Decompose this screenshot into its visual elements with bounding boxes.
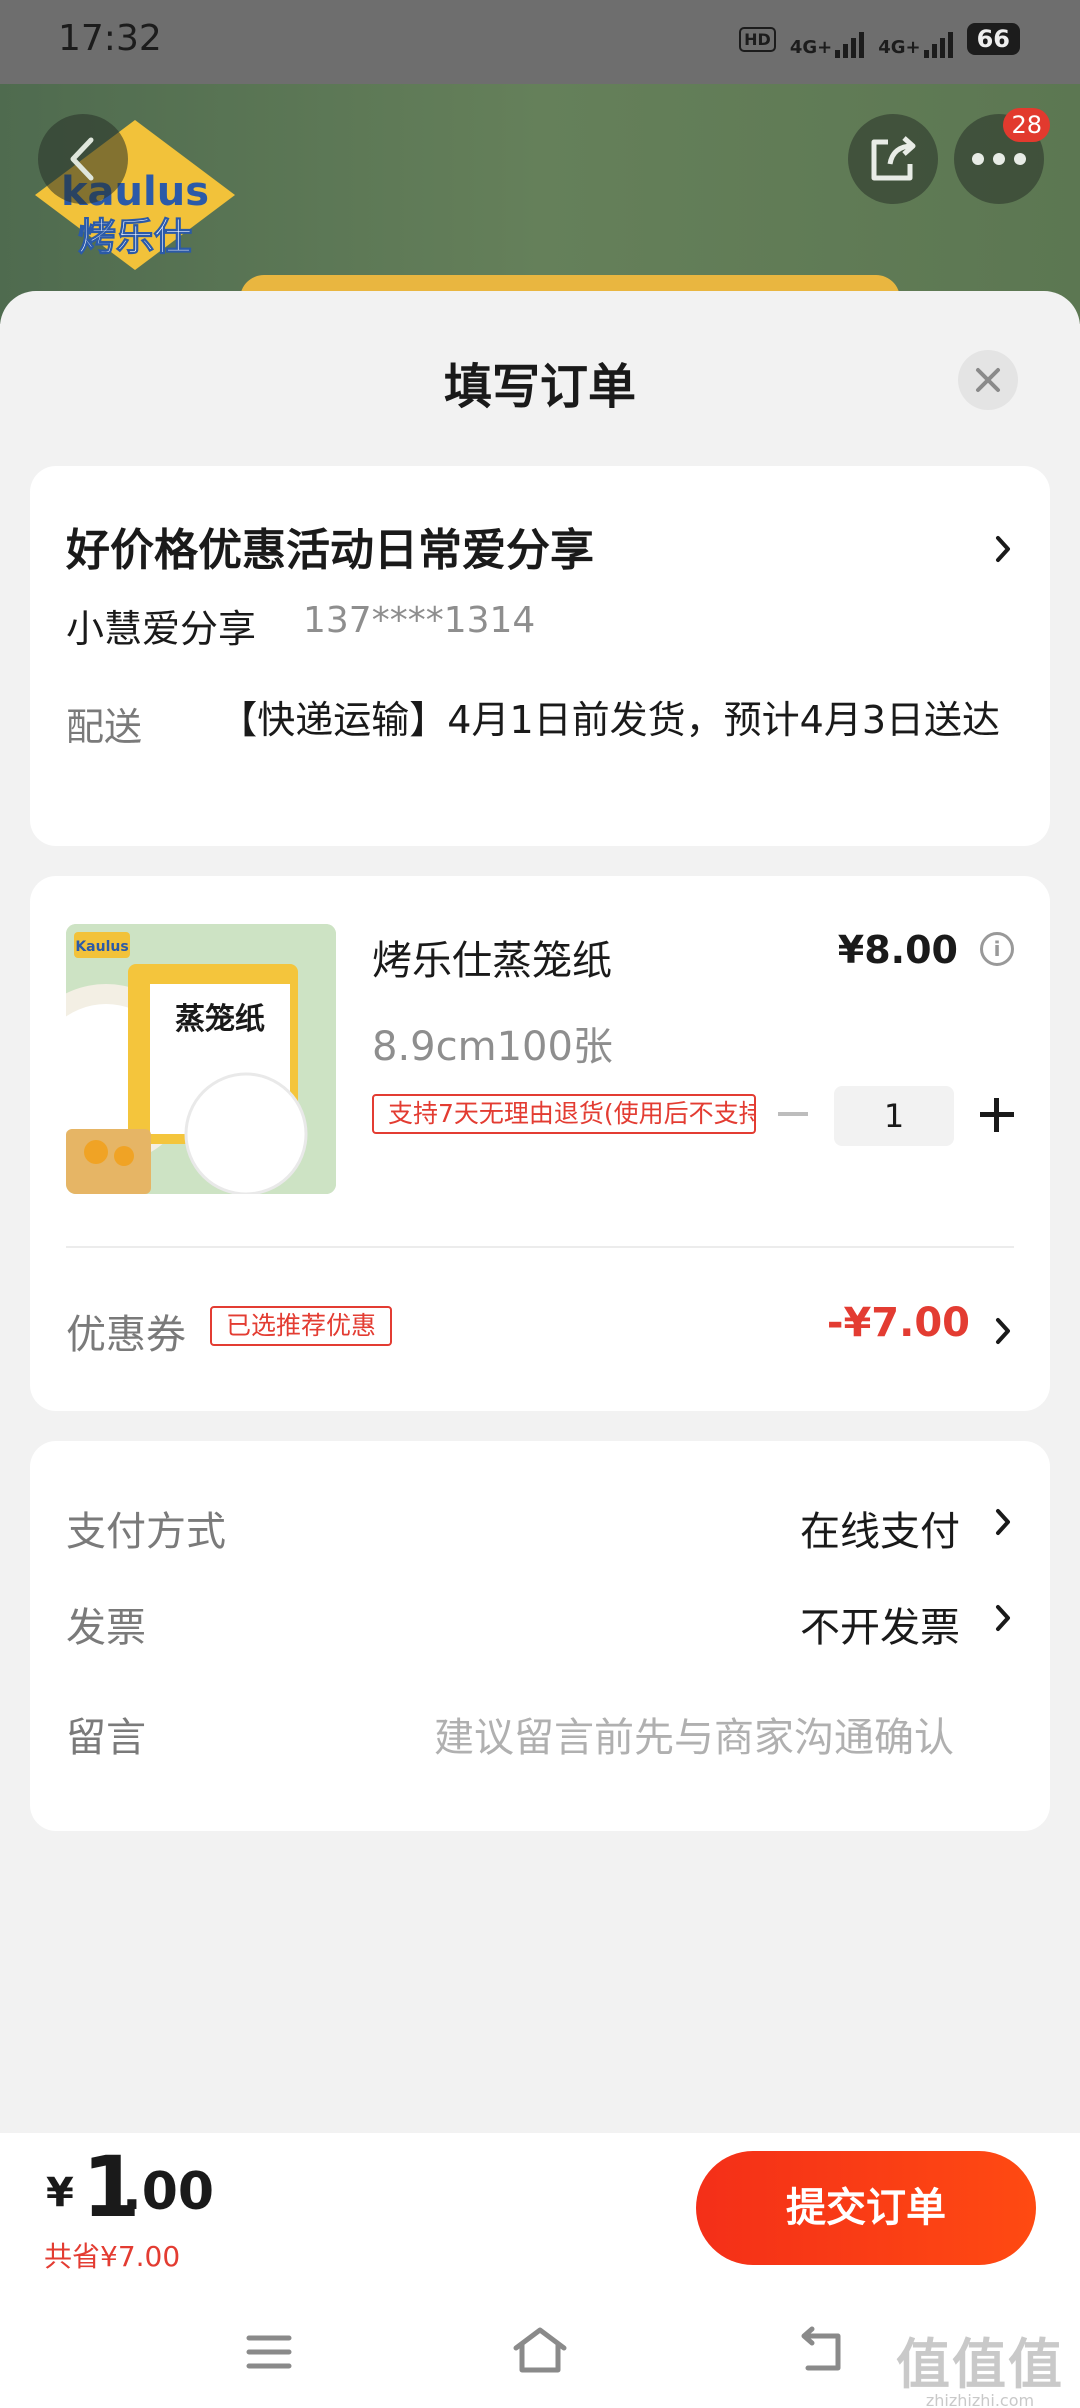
sheet-title: 填写订单 — [443, 359, 636, 415]
order-sheet: 填写订单 好价格优惠活动日常爱分享 小慧爱分享 137****1314 配送 【… — [0, 291, 1080, 2408]
address-title: 好价格优惠活动日常爱分享 — [66, 525, 594, 576]
invoice-chevron-icon[interactable] — [992, 1603, 1014, 1633]
increase-quantity-button[interactable] — [974, 1092, 1020, 1138]
brand-logo-cn: 烤乐仕 — [78, 215, 192, 259]
back-button[interactable] — [38, 114, 128, 204]
back-nav-icon[interactable] — [798, 2326, 850, 2374]
watermark-logo: 值值值 — [896, 2333, 1064, 2396]
divider — [66, 1246, 1014, 1248]
network-type: 4G+ — [789, 37, 833, 58]
product-spec: 8.9cm100张 — [372, 1024, 613, 1070]
decrease-quantity-button[interactable] — [778, 1112, 808, 1116]
notification-badge: 28 — [1003, 108, 1050, 142]
payment-card: 支付方式 在线支付 发票 不开发票 留言 建议留言前先与商家沟通确认 — [30, 1441, 1050, 1831]
recipient-phone: 137****1314 — [303, 600, 536, 641]
watermark: 值值值 zhizhizhi.com — [896, 2320, 1064, 2408]
coupon-value[interactable]: -¥7.00 — [827, 1300, 970, 1346]
signal-icon: 4G+ — [789, 20, 865, 58]
back-arrow-icon — [70, 137, 94, 181]
invoice-label: 发票 — [66, 1605, 146, 1651]
product-price: ¥8.00 — [837, 928, 958, 972]
coupon-label: 优惠券 — [66, 1312, 186, 1358]
total-price-decimal: .00 — [122, 2162, 215, 2222]
product-image[interactable]: 蒸笼纸 Kaulus — [66, 924, 336, 1194]
coupon-tag: 已选推荐优惠 — [210, 1306, 393, 1346]
status-bar: 17:32 HD 4G+ 4G+ 66 — [0, 0, 1080, 84]
share-icon — [871, 136, 916, 181]
product-image-title: 蒸笼纸 — [175, 1002, 265, 1037]
more-dots-icon — [972, 153, 1026, 165]
home-icon[interactable] — [510, 2324, 570, 2376]
status-time: 17:32 — [58, 18, 162, 59]
close-button[interactable] — [958, 350, 1018, 410]
invoice-value[interactable]: 不开发票 — [800, 1595, 960, 1653]
signal-icon-2: 4G+ — [878, 20, 953, 58]
return-policy-tag: 支持7天无理由退货(使用后不支持) — [372, 1094, 756, 1134]
hd-icon: HD — [739, 26, 776, 52]
product-name: 烤乐仕蒸笼纸 — [372, 938, 612, 984]
quantity-field[interactable]: 1 — [834, 1086, 954, 1146]
note-label: 留言 — [66, 1715, 146, 1761]
battery-icon: 66 — [966, 23, 1020, 55]
payment-chevron-icon[interactable] — [992, 1507, 1014, 1537]
more-button[interactable]: 28 — [954, 108, 1050, 204]
info-icon[interactable]: i — [980, 932, 1014, 966]
status-icons: HD 4G+ 4G+ 66 — [739, 20, 1020, 58]
close-icon — [976, 368, 1000, 392]
payment-method-label: 支付方式 — [66, 1509, 226, 1555]
share-button[interactable] — [848, 114, 938, 204]
shipping-info: 【快递运输】4月1日前发货，预计4月3日送达 — [219, 698, 1000, 742]
chevron-right-icon — [996, 536, 1010, 562]
recipient-name: 小慧爱分享 — [66, 607, 257, 651]
payment-method-value[interactable]: 在线支付 — [800, 1499, 960, 1557]
address-card[interactable]: 好价格优惠活动日常爱分享 小慧爱分享 137****1314 配送 【快递运输】… — [30, 466, 1050, 846]
menu-icon[interactable] — [245, 2332, 293, 2372]
note-input[interactable]: 建议留言前先与商家沟通确认 — [434, 1705, 954, 1763]
saved-amount: 共省¥7.00 — [44, 2240, 181, 2273]
product-image-brand: Kaulus — [75, 939, 128, 955]
total-currency: ¥ — [46, 2170, 74, 2216]
product-thumbnail-art: 蒸笼纸 Kaulus — [66, 924, 336, 1194]
network-type-2: 4G+ — [878, 37, 921, 58]
shipping-label: 配送 — [66, 705, 143, 749]
product-card: 蒸笼纸 Kaulus 烤乐仕蒸笼纸 ¥8.00 i 8.9cm100张 支持7天… — [30, 876, 1050, 1411]
coupon-chevron-icon[interactable] — [992, 1316, 1014, 1346]
submit-order-button[interactable]: 提交订单 — [696, 2151, 1036, 2265]
